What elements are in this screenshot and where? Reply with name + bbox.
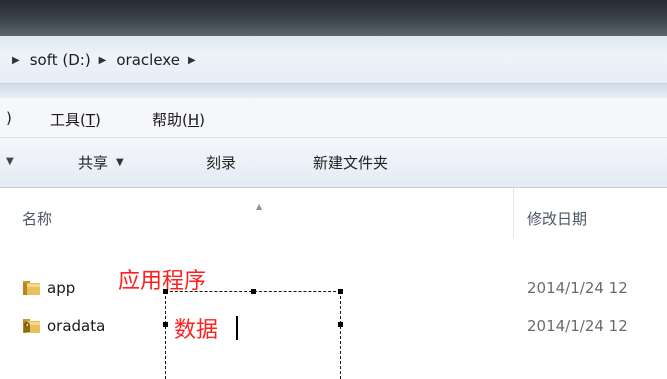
column-divider[interactable]: [513, 188, 514, 238]
resize-handle[interactable]: [338, 289, 343, 294]
folder-icon: [23, 281, 40, 295]
burn-button-label: 刻录: [206, 154, 237, 172]
new-folder-button-label: 新建文件夹: [313, 154, 389, 172]
menu-item-help-label: 帮助(: [152, 111, 188, 129]
menu-bar: ) 工具(T) 帮助(H): [0, 98, 667, 138]
command-toolbar: ▼ 共享 ▼ 刻录 新建文件夹: [0, 138, 667, 188]
sort-ascending-icon: ▲: [256, 202, 263, 211]
column-header: 名称 ▲ 修改日期: [0, 188, 667, 238]
menu-item-help-accel: H: [187, 111, 200, 129]
resize-handle[interactable]: [163, 289, 168, 294]
annotation-data: 数据: [174, 318, 219, 343]
breadcrumb-item-oraclexe[interactable]: ▶ oraclexe: [91, 51, 180, 69]
chevron-right-icon[interactable]: ▶: [99, 55, 107, 66]
address-bar-divider: [0, 84, 667, 98]
resize-handle[interactable]: [251, 289, 256, 294]
file-name: oradata: [47, 317, 106, 335]
menu-item-help[interactable]: 帮助(H): [152, 109, 205, 130]
resize-handle[interactable]: [338, 322, 343, 327]
burn-button[interactable]: 刻录: [206, 152, 236, 173]
file-date: 2014/1/24 12: [527, 317, 628, 335]
menu-item-tools-suffix: ): [95, 111, 101, 129]
menu-item-tools-label: 工具(: [50, 111, 86, 129]
chevron-right-icon[interactable]: ▶: [12, 55, 20, 66]
share-button-label: 共享: [78, 154, 109, 172]
breadcrumb-label-drive: soft (D:): [29, 51, 91, 69]
locked-folder-icon: [23, 319, 40, 333]
menu-item-tools[interactable]: 工具(T): [50, 109, 101, 130]
breadcrumb-item-end[interactable]: ▶: [180, 55, 206, 66]
text-cursor: [236, 316, 238, 340]
column-header-modified[interactable]: 修改日期: [527, 208, 587, 229]
resize-handle[interactable]: [163, 322, 168, 327]
menu-item-partial[interactable]: ): [6, 109, 12, 127]
file-date: 2014/1/24 12: [527, 279, 628, 297]
breadcrumb-label-oraclexe: oraclexe: [116, 51, 180, 69]
breadcrumb: ▶ soft (D:) ▶ oraclexe ▶: [6, 49, 206, 71]
chevron-down-icon: ▼: [116, 157, 124, 168]
file-name: app: [47, 279, 76, 297]
breadcrumb-item-drive[interactable]: ▶ soft (D:): [6, 51, 91, 69]
window-title-bar: [0, 0, 667, 36]
address-bar[interactable]: ▶ soft (D:) ▶ oraclexe ▶: [0, 36, 667, 84]
chevron-down-icon[interactable]: ▼: [6, 156, 14, 167]
menu-item-help-suffix: ): [199, 111, 205, 129]
column-header-name[interactable]: 名称: [22, 208, 52, 229]
menu-item-tools-accel: T: [85, 111, 96, 129]
new-folder-button[interactable]: 新建文件夹: [313, 152, 388, 173]
share-button[interactable]: 共享 ▼: [78, 152, 124, 173]
chevron-right-icon[interactable]: ▶: [188, 55, 196, 66]
